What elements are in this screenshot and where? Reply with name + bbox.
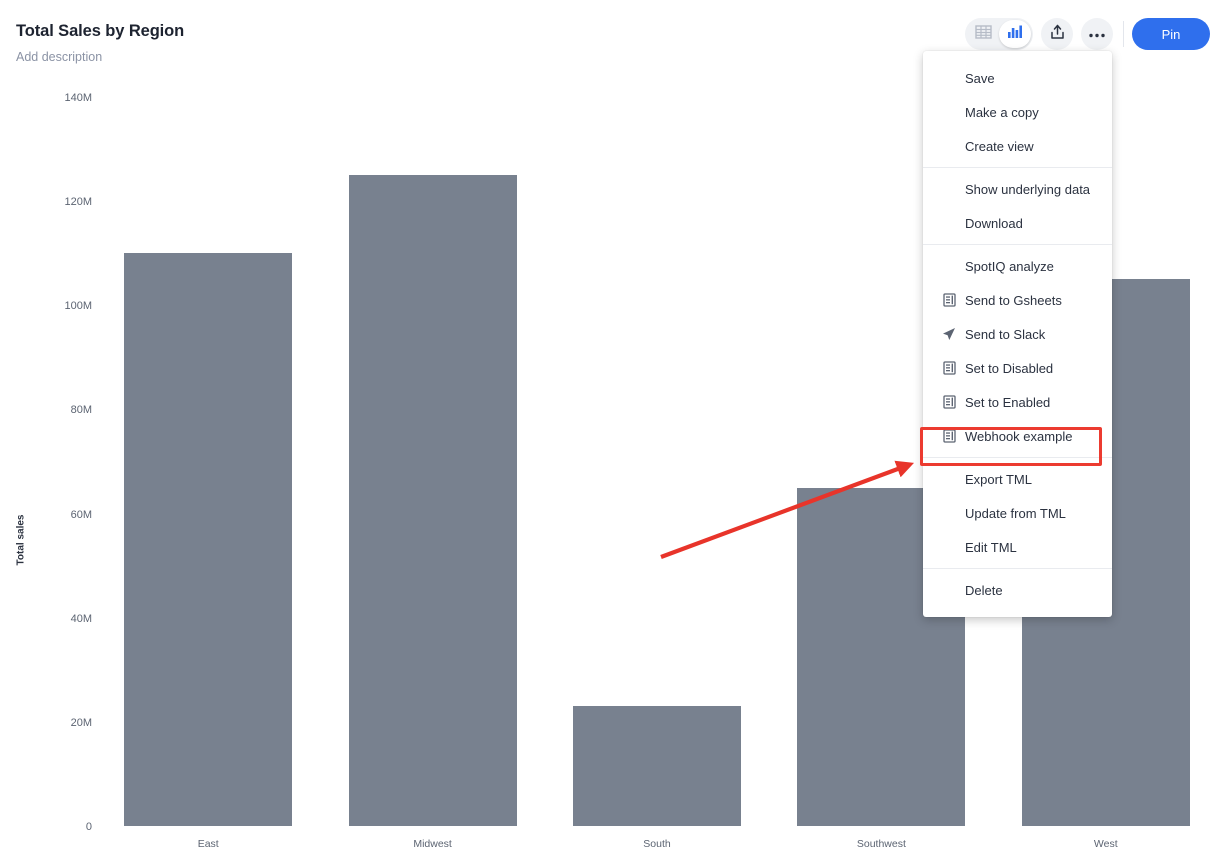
x-axis-tick-label: Southwest	[856, 838, 906, 850]
bar-south[interactable]	[573, 706, 741, 826]
menu-item-webhook-example[interactable]: Webhook example	[923, 419, 1112, 453]
menu-item-label: Show underlying data	[965, 181, 1091, 197]
document-icon	[941, 292, 957, 308]
menu-item-update-from-tml[interactable]: Update from TML	[923, 496, 1112, 530]
page-title: Total Sales by Region	[16, 22, 185, 40]
more-options-button[interactable]	[1081, 18, 1113, 50]
menu-item-make-a-copy[interactable]: Make a copy	[923, 95, 1112, 129]
x-axis-tick-label: South	[643, 838, 671, 850]
y-axis-ticks: 0 20M 40M 60M 80M 100M 120M 140M	[0, 70, 92, 860]
send-icon	[941, 326, 957, 342]
pin-button[interactable]: Pin	[1132, 18, 1210, 50]
menu-item-label: Make a copy	[965, 104, 1039, 120]
menu-section: Show underlying data Download	[923, 167, 1112, 244]
y-axis-tick-label: 40M	[70, 612, 92, 625]
menu-section: Save Make a copy Create view	[923, 57, 1112, 167]
menu-item-label: Set to Enabled	[965, 394, 1051, 410]
menu-item-download[interactable]: Download	[923, 206, 1112, 240]
bar-chart-icon	[1007, 24, 1023, 44]
y-axis-tick-label: 140M	[64, 92, 92, 104]
table-view-button[interactable]	[967, 20, 999, 48]
y-axis-tick-label: 120M	[64, 196, 92, 209]
menu-item-label: Webhook example	[965, 428, 1073, 444]
share-icon	[1050, 24, 1065, 45]
document-icon	[941, 394, 957, 410]
menu-item-label: Set to Disabled	[965, 360, 1054, 376]
menu-item-export-tml[interactable]: Export TML	[923, 462, 1112, 496]
menu-item-show-underlying-data[interactable]: Show underlying data	[923, 172, 1112, 206]
y-axis-tick-label: 0	[85, 821, 92, 833]
toolbar-divider	[1123, 21, 1124, 47]
menu-item-send-to-gsheets[interactable]: Send to Gsheets	[923, 283, 1112, 317]
menu-item-label: Send to Gsheets	[965, 292, 1062, 308]
x-axis-tick-label: Midwest	[413, 838, 452, 850]
menu-item-label: Update from TML	[965, 505, 1066, 521]
bar-midwest[interactable]	[348, 175, 517, 826]
view-toggle-group	[965, 18, 1033, 50]
toolbar: Pin	[965, 14, 1210, 54]
menu-item-label: SpotIQ analyze	[965, 258, 1054, 274]
menu-item-set-to-enabled[interactable]: Set to Enabled	[923, 385, 1112, 419]
share-button[interactable]	[1041, 18, 1073, 50]
y-axis-tick-label: 80M	[70, 404, 92, 417]
menu-item-set-to-disabled[interactable]: Set to Disabled	[923, 351, 1112, 385]
document-icon	[941, 428, 957, 444]
menu-item-save[interactable]: Save	[923, 61, 1112, 95]
x-axis-tick-label: West	[1093, 838, 1118, 850]
y-axis-tick-label: 60M	[70, 508, 92, 521]
menu-section: SpotIQ analyze Send to Gsheets Send to Sla…	[923, 244, 1112, 457]
menu-section: Export TML Update from TML Edit TML	[923, 457, 1112, 568]
y-axis-tick-label: 100M	[64, 300, 92, 313]
menu-item-label: Create view	[965, 138, 1034, 154]
menu-item-label: Edit TML	[965, 539, 1017, 555]
table-icon	[974, 24, 992, 45]
menu-item-label: Send to Slack	[965, 326, 1046, 342]
context-menu: Save Make a copy Create view Show underlyin…	[923, 51, 1112, 617]
menu-item-label: Download	[965, 215, 1023, 231]
menu-item-label: Export TML	[965, 471, 1032, 487]
y-axis-tick-label: 20M	[70, 716, 92, 729]
chart-view-button[interactable]	[999, 20, 1031, 48]
menu-section: Delete	[923, 568, 1112, 611]
bar-east[interactable]	[124, 253, 293, 826]
menu-item-send-to-slack[interactable]: Send to Slack	[923, 317, 1112, 351]
menu-item-delete[interactable]: Delete	[923, 573, 1112, 607]
menu-item-label: Save	[965, 70, 995, 86]
menu-item-create-view[interactable]: Create view	[923, 129, 1112, 163]
page-description[interactable]: Add description	[16, 50, 102, 64]
menu-item-spotiq-analyze[interactable]: SpotIQ analyze	[923, 249, 1112, 283]
x-axis-tick-label: East	[197, 838, 219, 850]
menu-item-label: Delete	[965, 582, 1003, 598]
document-icon	[941, 360, 957, 376]
menu-item-edit-tml[interactable]: Edit TML	[923, 530, 1112, 564]
more-options-icon	[1088, 25, 1106, 43]
